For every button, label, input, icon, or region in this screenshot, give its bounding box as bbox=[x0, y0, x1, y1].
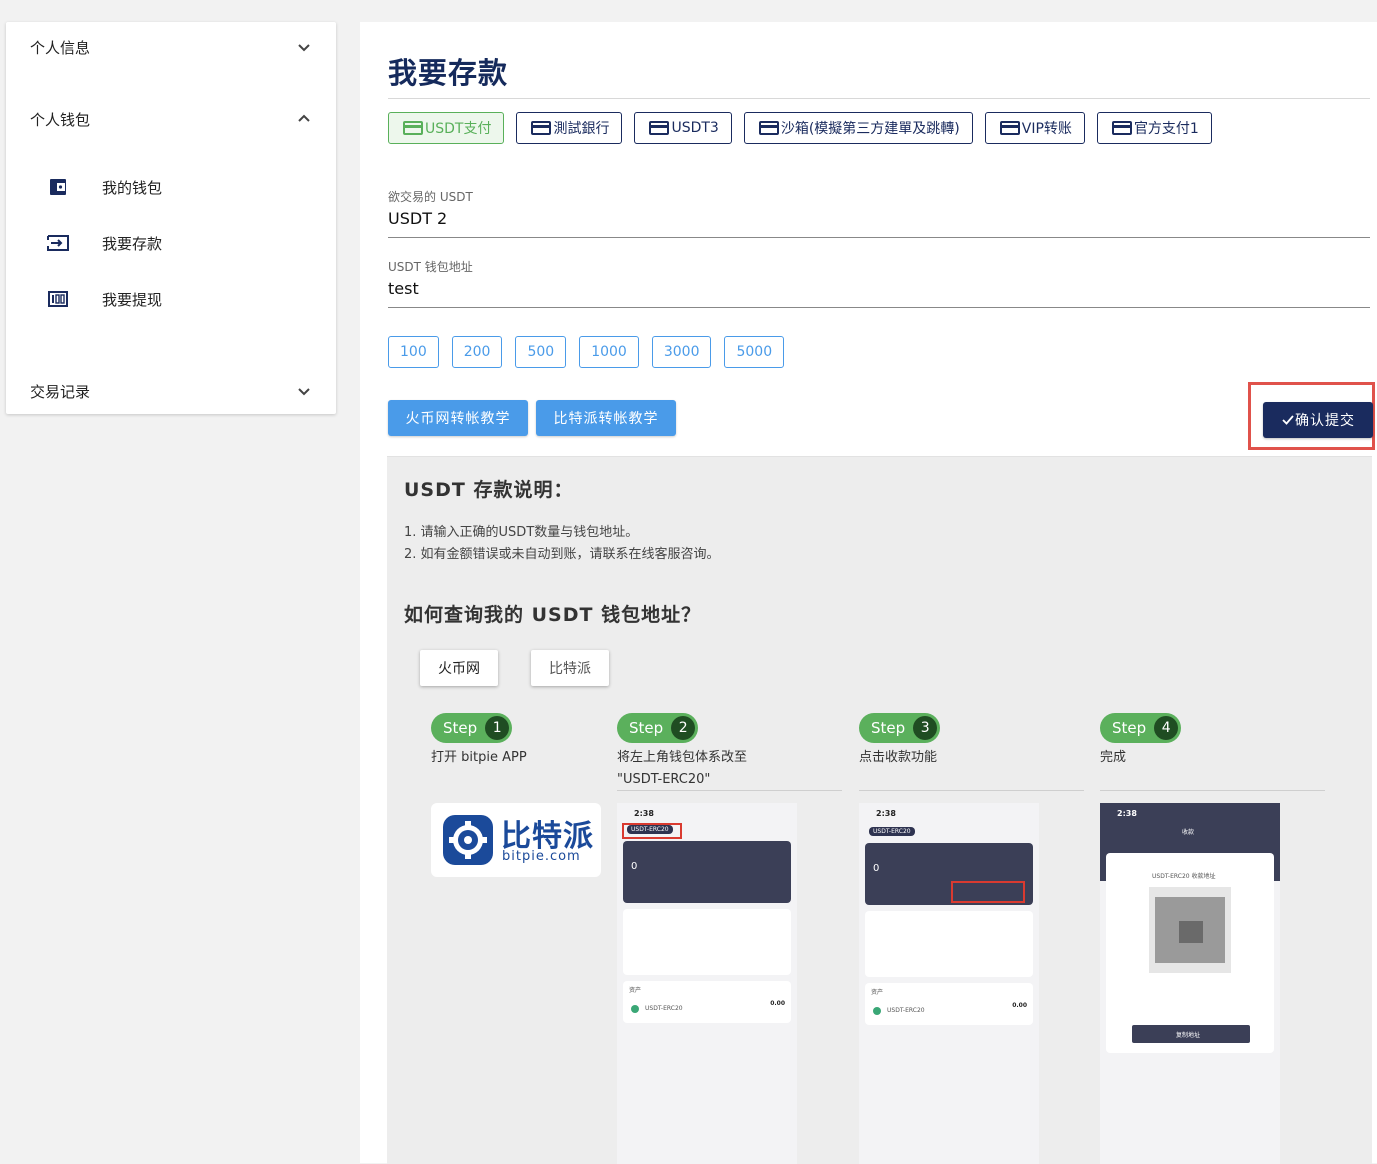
guide-heading: USDT 存款说明： bbox=[404, 479, 574, 501]
tab-label: USDT支付 bbox=[425, 121, 492, 137]
phone-screenshot-step-2: 2:38 USDT-ERC20 0 资产 USDT-ERC20 0.00 bbox=[617, 803, 797, 1164]
step-description: 点击收款功能 bbox=[859, 750, 938, 765]
bitpie-logo-icon bbox=[443, 815, 493, 865]
bitpie-logo: 比特派 bitpie.com bbox=[431, 803, 601, 877]
bitpie-logo-domain: bitpie.com bbox=[502, 849, 581, 864]
sidebar-item-label: 我的钱包 bbox=[102, 178, 163, 197]
sidebar-group-wallet[interactable]: 个人钱包 bbox=[30, 107, 312, 131]
amount-button-1000[interactable]: 1000 bbox=[579, 336, 639, 368]
card-icon bbox=[999, 121, 1020, 135]
sidebar-item-deposit[interactable]: 我要存款 bbox=[46, 231, 162, 255]
sidebar-group-label: 个人信息 bbox=[30, 38, 91, 57]
confirm-label: 确认提交 bbox=[1295, 413, 1355, 429]
usdt-amount-label: 欲交易的 USDT bbox=[388, 190, 473, 204]
sidebar-group-records[interactable]: 交易记录 bbox=[30, 379, 312, 403]
tab-label: VIP转账 bbox=[1021, 121, 1072, 137]
step-badge: Step 4 bbox=[1100, 713, 1182, 743]
phone-screenshot-step-4: 2:38 收款 USDT-ERC20 收款地址 复制地址 bbox=[1100, 803, 1280, 1164]
chevron-up-icon bbox=[298, 114, 310, 122]
huobi-tutorial-button[interactable]: 火币网转帐教学 bbox=[388, 400, 528, 436]
query-heading: 如何查询我的 USDT 钱包地址？ bbox=[404, 604, 702, 626]
sidebar: 个人信息 个人钱包 我的钱包 我要存款 我要提现 交易记录 bbox=[6, 22, 336, 414]
tab-label: 沙箱(模擬第三方建單及跳轉) bbox=[780, 121, 960, 137]
phone-screenshot-step-3: 2:38 USDT-ERC20 0 资产 USDT-ERC20 0.00 bbox=[859, 803, 1039, 1164]
tab-label: 官方支付1 bbox=[1133, 121, 1199, 137]
exchange-tab-huobi[interactable]: 火币网 bbox=[420, 650, 498, 686]
amount-button-500[interactable]: 500 bbox=[515, 336, 567, 368]
confirm-highlight: 确认提交 bbox=[1248, 382, 1375, 450]
tab-label: 測試銀行 bbox=[553, 121, 610, 137]
sidebar-item-my-wallet[interactable]: 我的钱包 bbox=[46, 175, 162, 199]
step-description: 将左上角钱包体系改至 "USDT-ERC20" bbox=[617, 750, 748, 787]
step-4: Step 4 完成 bbox=[1100, 713, 1325, 791]
sidebar-group-label: 交易记录 bbox=[30, 382, 91, 401]
withdraw-icon bbox=[46, 287, 70, 311]
main-content: 我要存款 USDT支付 測試銀行 USDT3 沙箱(模擬第三方建單及跳轉) VI… bbox=[360, 22, 1377, 1164]
step-badge: Step 1 bbox=[431, 713, 513, 743]
card-icon bbox=[649, 121, 670, 135]
card-icon bbox=[403, 121, 423, 135]
deposit-guide-panel: USDT 存款说明： 1. 请输入正确的USDT数量与钱包地址。 2. 如有金额… bbox=[387, 456, 1372, 1164]
sidebar-item-withdraw[interactable]: 我要提现 bbox=[46, 287, 162, 311]
divider bbox=[388, 98, 1370, 99]
step-description: 完成 bbox=[1100, 750, 1127, 765]
amount-button-5000[interactable]: 5000 bbox=[724, 336, 785, 368]
tab-label: USDT3 bbox=[671, 120, 719, 136]
page-title: 我要存款 bbox=[388, 56, 509, 90]
step-2: Step 2 将左上角钱包体系改至 "USDT-ERC20" bbox=[617, 713, 842, 791]
wallet-address-input[interactable]: test bbox=[388, 279, 1370, 301]
card-icon bbox=[1111, 121, 1132, 135]
sidebar-item-label: 我要存款 bbox=[102, 234, 163, 253]
sidebar-group-label: 个人钱包 bbox=[30, 110, 91, 129]
tab-usdt-pay[interactable]: USDT支付 bbox=[388, 112, 505, 144]
chevron-down-icon bbox=[298, 388, 310, 396]
quick-amounts: 100 200 500 1000 3000 5000 bbox=[388, 336, 785, 368]
sidebar-item-label: 我要提现 bbox=[102, 290, 163, 309]
amount-button-200[interactable]: 200 bbox=[451, 336, 503, 368]
check-icon bbox=[1282, 415, 1294, 425]
chevron-down-icon bbox=[298, 44, 310, 52]
step-badge: Step 3 bbox=[859, 713, 941, 743]
tab-test-bank[interactable]: 測試銀行 bbox=[516, 112, 623, 144]
usdt-amount-input[interactable]: USDT 2 bbox=[388, 209, 1370, 231]
step-3: Step 3 点击收款功能 bbox=[859, 713, 1084, 791]
guide-note: 2. 如有金额错误或未自动到账，请联系在线客服咨询。 bbox=[404, 547, 720, 562]
guide-note: 1. 请输入正确的USDT数量与钱包地址。 bbox=[404, 525, 639, 540]
confirm-submit-button[interactable]: 确认提交 bbox=[1263, 402, 1373, 438]
amount-button-3000[interactable]: 3000 bbox=[651, 336, 712, 368]
tab-official-pay[interactable]: 官方支付1 bbox=[1096, 112, 1212, 144]
card-icon bbox=[531, 121, 552, 135]
sidebar-group-personal-info[interactable]: 个人信息 bbox=[30, 35, 312, 59]
tab-vip-transfer[interactable]: VIP转账 bbox=[984, 112, 1085, 144]
bitpie-tutorial-button[interactable]: 比特派转帐教学 bbox=[536, 400, 676, 436]
deposit-icon bbox=[46, 231, 70, 255]
usdt-amount-field[interactable]: 欲交易的 USDT USDT 2 bbox=[388, 188, 1370, 238]
wallet-icon bbox=[46, 175, 70, 199]
amount-button-100[interactable]: 100 bbox=[388, 336, 439, 368]
exchange-tab-bitpie[interactable]: 比特派 bbox=[531, 650, 609, 686]
step-badge: Step 2 bbox=[617, 713, 699, 743]
payment-tabs: USDT支付 測試銀行 USDT3 沙箱(模擬第三方建單及跳轉) VIP转账 官… bbox=[388, 112, 1212, 144]
tab-sandbox[interactable]: 沙箱(模擬第三方建單及跳轉) bbox=[743, 112, 973, 144]
card-icon bbox=[758, 121, 779, 135]
wallet-address-label: USDT 钱包地址 bbox=[388, 260, 473, 274]
tab-usdt3[interactable]: USDT3 bbox=[634, 112, 732, 144]
wallet-address-field[interactable]: USDT 钱包地址 test bbox=[388, 258, 1370, 308]
